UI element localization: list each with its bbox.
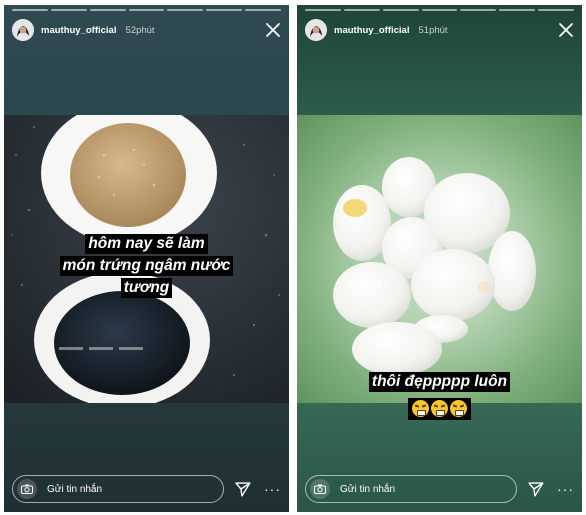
reply-placeholder: Gửi tin nhắn xyxy=(340,483,396,495)
username[interactable]: mauthuy_official xyxy=(334,25,410,36)
emoji-caption xyxy=(297,396,582,420)
story-progress-bar xyxy=(305,9,575,11)
story-progress-bar xyxy=(12,9,282,11)
story-right[interactable]: mauthuy_official 51phút thôi đẹppppp luô… xyxy=(297,5,582,512)
caption-line: tương xyxy=(120,278,173,298)
story-footer: Gửi tin nhắn ··· xyxy=(12,474,281,504)
close-icon[interactable] xyxy=(558,22,574,38)
avatar[interactable] xyxy=(12,19,34,41)
persevering-face-icon xyxy=(450,400,467,418)
camera-icon[interactable] xyxy=(310,479,330,499)
camera-icon[interactable] xyxy=(17,479,37,499)
timestamp: 52phút xyxy=(125,24,155,36)
username[interactable]: mauthuy_official xyxy=(41,25,117,36)
story-caption: thôi đẹppppp luôn xyxy=(297,371,582,393)
story-footer: Gửi tin nhắn ··· xyxy=(305,474,574,504)
send-icon[interactable] xyxy=(234,480,252,498)
reply-input[interactable]: Gửi tin nhắn xyxy=(12,475,225,503)
persevering-face-icon xyxy=(431,400,448,418)
reply-input[interactable]: Gửi tin nhắn xyxy=(305,475,518,503)
more-options-icon[interactable]: ··· xyxy=(264,482,281,496)
caption-line: hôm nay sẽ làm xyxy=(85,234,208,254)
story-photo-bowls: hôm nay sẽ làm món trứng ngâm nước tương xyxy=(4,115,289,403)
story-photo-eggs: thôi đẹppppp luôn xyxy=(297,115,582,403)
story-header: mauthuy_official 51phút xyxy=(305,17,574,43)
close-icon[interactable] xyxy=(265,22,281,38)
reply-placeholder: Gửi tin nhắn xyxy=(47,483,103,495)
emoji-row xyxy=(408,398,471,420)
more-options-icon[interactable]: ··· xyxy=(557,482,574,496)
send-icon[interactable] xyxy=(527,480,545,498)
timestamp: 51phút xyxy=(418,24,448,36)
persevering-face-icon xyxy=(412,400,429,418)
story-caption: hôm nay sẽ làm món trứng ngâm nước tương xyxy=(4,233,289,299)
avatar[interactable] xyxy=(305,19,327,41)
caption-line: món trứng ngâm nước xyxy=(59,256,234,276)
story-left[interactable]: mauthuy_official 52phút hôm nay sẽ làm m… xyxy=(4,5,289,512)
caption-line: thôi đẹppppp luôn xyxy=(368,372,511,392)
story-header: mauthuy_official 52phút xyxy=(12,17,281,43)
